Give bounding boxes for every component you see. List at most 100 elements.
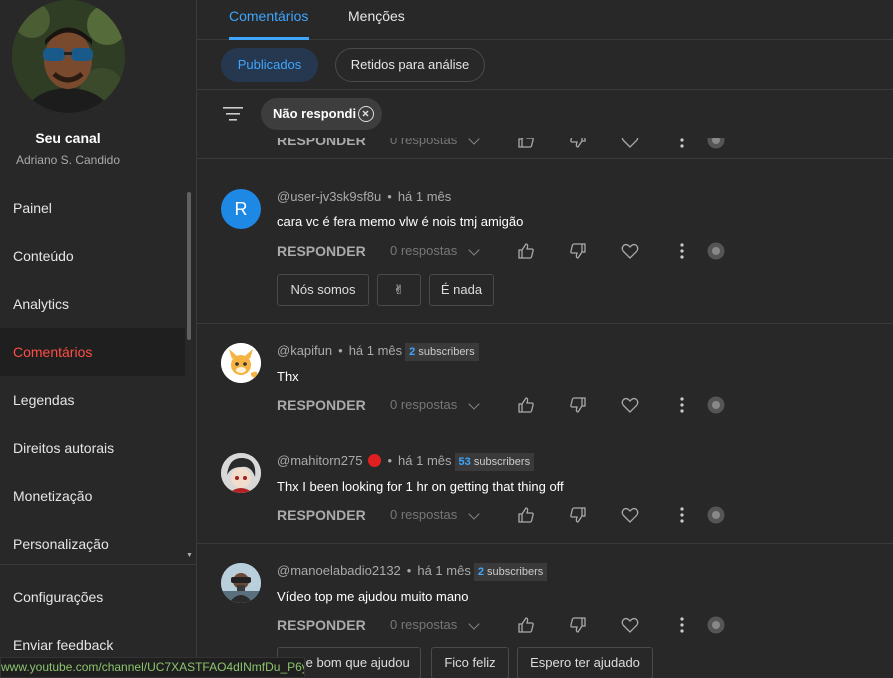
channel-title: Seu canal xyxy=(35,130,101,146)
more-options-icon[interactable] xyxy=(672,138,692,150)
comment-meta: @user-jv3sk9sf8u • há 1 mês xyxy=(277,189,452,204)
comment-author[interactable]: @user-jv3sk9sf8u xyxy=(277,189,381,204)
comment-actions: RESPONDER 0 respostas xyxy=(277,240,737,262)
more-options-icon[interactable] xyxy=(672,505,692,525)
commenter-avatar[interactable] xyxy=(221,343,261,383)
comment-item: @mahitorn275 • há 1 mês 53 subscribers Thx … xyxy=(197,434,893,544)
chevron-down-icon[interactable] xyxy=(468,244,480,256)
commenter-avatar[interactable] xyxy=(221,563,261,603)
comment-text: Vídeo top me ajudou muito mano xyxy=(277,589,469,604)
status-bar-url: www.youtube.com/channel/UC7XASTFAO4dINmf… xyxy=(0,657,305,678)
sidebar-item-configuracoes[interactable]: Configurações xyxy=(0,573,185,621)
sidebar-item-personalizacao[interactable]: Personalização xyxy=(0,520,185,568)
scroll-down-icon[interactable]: ▼ xyxy=(186,552,193,559)
replies-count[interactable]: 0 respostas xyxy=(390,240,457,262)
chevron-down-icon[interactable] xyxy=(468,618,480,630)
heart-icon[interactable] xyxy=(620,395,640,415)
tabs-bar: Comentários Menções xyxy=(197,0,893,40)
sidebar-item-legendas[interactable]: Legendas xyxy=(0,376,185,424)
more-options-icon[interactable] xyxy=(672,615,692,635)
main-content: Comentários Menções Publicados Retidos p… xyxy=(197,0,893,678)
more-options-icon[interactable] xyxy=(672,395,692,415)
reply-button[interactable]: RESPONDER xyxy=(277,394,366,416)
comment-item: R @user-jv3sk9sf8u • há 1 mês cara vc é fe… xyxy=(197,171,893,324)
creator-avatar-icon xyxy=(706,615,726,635)
reply-button[interactable]: RESPONDER xyxy=(277,138,366,151)
comment-meta: @manoelabadio2132 • há 1 mês 2 subscribers xyxy=(277,562,548,581)
commenter-avatar[interactable] xyxy=(221,453,261,493)
replies-count[interactable]: 0 respostas xyxy=(390,614,457,636)
sidebar-item-analytics[interactable]: Analytics xyxy=(0,280,185,328)
comment-text: cara vc é fera memo vlw é nois tmj amigã… xyxy=(277,214,524,229)
suggested-reply[interactable]: Nós somos xyxy=(277,274,369,306)
comment-actions: RESPONDER 0 respostas xyxy=(277,614,737,636)
heart-icon[interactable] xyxy=(620,615,640,635)
sidebar-scrollbar[interactable] xyxy=(187,192,191,340)
dislike-icon[interactable] xyxy=(568,505,588,525)
sidebar-item-direitos-autorais[interactable]: Direitos autorais xyxy=(0,424,185,472)
suggested-reply[interactable]: É nada xyxy=(429,274,494,306)
tab-mencoes[interactable]: Menções xyxy=(348,0,405,40)
sidebar-bottom-nav: Configurações Enviar feedback xyxy=(0,573,185,669)
suggested-reply[interactable]: Fico feliz xyxy=(431,647,509,678)
comment-time[interactable]: há 1 mês xyxy=(349,343,402,358)
sidebar-nav: Painel Conteúdo Analytics Comentários Le… xyxy=(0,184,185,568)
dislike-icon[interactable] xyxy=(568,395,588,415)
creator-avatar-icon xyxy=(706,241,726,261)
heart-icon[interactable] xyxy=(620,241,640,261)
like-icon[interactable] xyxy=(516,505,536,525)
replies-count[interactable]: 0 respostas xyxy=(390,504,457,526)
tab-comentarios[interactable]: Comentários xyxy=(229,0,308,40)
comment-text: Thx I been looking for 1 hr on getting t… xyxy=(277,479,564,494)
comment-time[interactable]: há 1 mês xyxy=(398,453,451,468)
comment-item: @kapifun • há 1 mês 2 subscribers Thx RESPO… xyxy=(197,324,893,434)
dislike-icon[interactable] xyxy=(568,138,588,150)
like-icon[interactable] xyxy=(516,395,536,415)
creator-avatar-icon xyxy=(706,395,726,415)
close-icon[interactable] xyxy=(358,106,374,122)
commenter-avatar[interactable]: R xyxy=(221,189,261,229)
comment-actions: RESPONDER 0 respostas xyxy=(277,138,737,151)
comment-meta: @kapifun • há 1 mês 2 subscribers xyxy=(277,342,479,361)
subscribers-badge: 2 subscribers xyxy=(405,343,479,361)
more-options-icon[interactable] xyxy=(672,241,692,261)
replies-count[interactable]: 0 respostas xyxy=(390,394,457,416)
sidebar-item-conteudo[interactable]: Conteúdo xyxy=(0,232,185,280)
suggested-reply[interactable]: ✌ xyxy=(377,274,421,306)
dislike-icon[interactable] xyxy=(568,241,588,261)
comment-author[interactable]: @kapifun xyxy=(277,343,332,358)
chevron-down-icon[interactable] xyxy=(468,138,480,145)
reply-button[interactable]: RESPONDER xyxy=(277,504,366,526)
sidebar-item-painel[interactable]: Painel xyxy=(0,184,185,232)
chevron-down-icon[interactable] xyxy=(468,508,480,520)
comment-text: Thx xyxy=(277,369,299,384)
reply-button[interactable]: RESPONDER xyxy=(277,240,366,262)
filter-icon[interactable] xyxy=(223,106,243,122)
comment-author[interactable]: @mahitorn275 xyxy=(277,453,362,468)
replies-count[interactable]: 0 respostas xyxy=(390,138,457,151)
like-icon[interactable] xyxy=(516,138,536,150)
comment-author[interactable]: @manoelabadio2132 xyxy=(277,563,401,578)
comment-actions: RESPONDER 0 respostas xyxy=(277,394,737,416)
sidebar-divider xyxy=(0,564,197,565)
filter-bar: Não respondi xyxy=(197,90,893,138)
channel-username: Adriano S. Candido xyxy=(15,153,121,167)
dislike-icon[interactable] xyxy=(568,615,588,635)
heart-icon[interactable] xyxy=(620,138,640,150)
suggested-reply[interactable]: Espero ter ajudado xyxy=(517,647,653,678)
like-icon[interactable] xyxy=(516,241,536,261)
channel-avatar[interactable] xyxy=(12,0,125,113)
comment-time[interactable]: há 1 mês xyxy=(417,563,470,578)
comment-item: RESPONDER 0 respostas xyxy=(197,138,893,159)
creator-avatar-icon xyxy=(706,505,726,525)
chip-publicados[interactable]: Publicados xyxy=(221,48,318,82)
heart-icon[interactable] xyxy=(620,505,640,525)
filter-chip[interactable]: Não respondi xyxy=(261,98,382,130)
like-icon[interactable] xyxy=(516,615,536,635)
chevron-down-icon[interactable] xyxy=(468,398,480,410)
comment-time[interactable]: há 1 mês xyxy=(398,189,451,204)
sidebar-item-comentarios[interactable]: Comentários xyxy=(0,328,185,376)
chip-retidos[interactable]: Retidos para análise xyxy=(335,48,485,82)
reply-button[interactable]: RESPONDER xyxy=(277,614,366,636)
sidebar-item-monetizacao[interactable]: Monetização xyxy=(0,472,185,520)
